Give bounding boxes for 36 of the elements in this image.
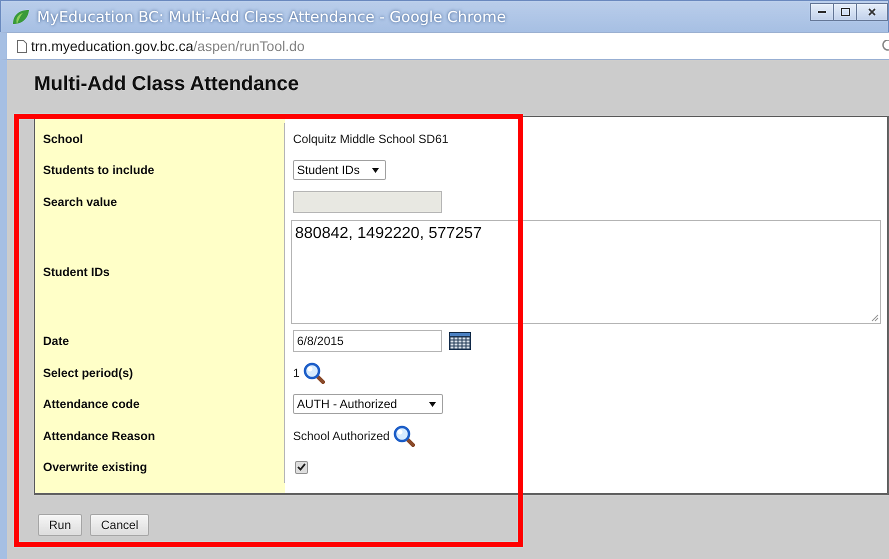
field-label: Date (43, 334, 70, 348)
magnifier-icon[interactable] (392, 424, 415, 447)
date-field[interactable]: 6/8/2015 (293, 330, 442, 352)
checkbox[interactable] (295, 460, 308, 474)
leaf-icon (11, 8, 31, 26)
cancel-button[interactable]: Cancel (90, 514, 150, 536)
field-label: School (43, 132, 84, 146)
field-label: Attendance Reason (43, 428, 156, 443)
field-label: Students to include (43, 163, 154, 178)
maximize-icon (840, 8, 850, 16)
resize-grip-icon[interactable] (871, 314, 879, 322)
minimize-button[interactable] (810, 3, 834, 21)
caret-icon (372, 168, 379, 173)
maximize-button[interactable] (833, 3, 857, 21)
page-heading: Multi-Add Class Attendance (34, 72, 300, 97)
field-value: Colquitz Middle School SD61 (293, 132, 448, 146)
student-ids-field[interactable]: 880842, 1492220, 577257 (291, 220, 881, 324)
zoom-icon[interactable] (881, 40, 889, 52)
field-label: Select period(s) (43, 366, 134, 380)
field-label: Student IDs (43, 264, 110, 278)
field-label: Attendance code (43, 397, 140, 412)
dropdown[interactable]: AUTH - Authorized (293, 394, 443, 414)
field-value: 1 (293, 366, 300, 380)
window-title: MyEducation BC: Multi-Add Class Attendance - Google Chrome (37, 8, 508, 26)
magnifier-icon[interactable] (302, 362, 325, 384)
field-label: Search value (43, 194, 118, 209)
close-button[interactable] (856, 3, 888, 21)
minimize-icon (818, 10, 826, 14)
dropdown[interactable]: Student IDs (293, 160, 386, 180)
field-label: Overwrite existing (43, 460, 148, 474)
run-button[interactable]: Run (38, 514, 82, 536)
close-icon (868, 8, 876, 16)
page-icon (17, 40, 27, 52)
field-value: School Authorized (293, 428, 390, 443)
caret-icon (429, 402, 436, 407)
calendar-icon[interactable] (449, 332, 471, 350)
